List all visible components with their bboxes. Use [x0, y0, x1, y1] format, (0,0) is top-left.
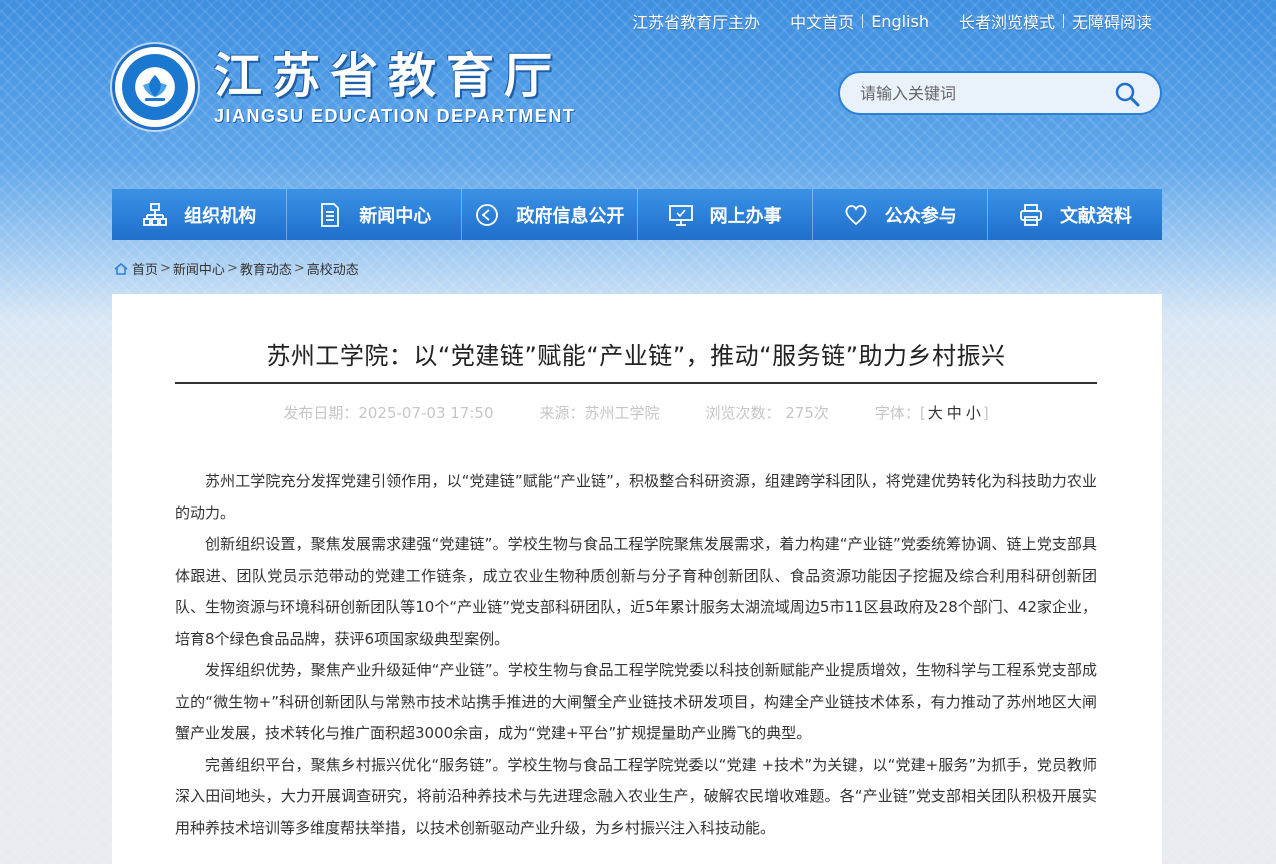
breadcrumb-news-center[interactable]: 新闻中心 [173, 259, 225, 278]
breadcrumb: 首页 > 新闻中心 > 教育动态 > 高校动态 [114, 259, 359, 278]
document-icon [321, 202, 340, 227]
org-chart-icon [143, 202, 167, 226]
search-icon[interactable] [1114, 81, 1140, 107]
article-card: 苏州工学院：以“党建链”赋能“产业链”，推动“服务链”助力乡村振兴 发布日期：2… [112, 294, 1162, 864]
breadcrumb-arrow: > [160, 261, 171, 276]
breadcrumb-arrow: > [226, 261, 238, 276]
brand-subtitle: JIANGSU EDUCATION DEPARTMENT [214, 105, 576, 126]
font-medium-button[interactable]: 中 [947, 404, 962, 422]
font-size-label: 字体： [874, 404, 920, 422]
nav-item-org[interactable]: 组织机构 [112, 189, 288, 240]
search-input[interactable] [860, 83, 1100, 103]
book-flame-icon [143, 75, 167, 101]
top-links: 江苏省教育厅主办 中文首页 English 长者浏览模式 无障碍阅读 [632, 9, 1152, 33]
article-meta: 发布日期：2025-07-03 17:50 来源：苏州工学院 浏览次数： 275… [175, 402, 1097, 423]
printer-icon [1020, 203, 1042, 226]
nav-item-online-service[interactable]: 网上办事 [638, 189, 813, 240]
article-title: 苏州工学院：以“党建链”赋能“产业链”，推动“服务链”助力乡村振兴 [266, 342, 1006, 370]
home-cn-link[interactable]: 中文首页 [790, 9, 854, 33]
font-size-switcher: 字体：[大中小] [874, 404, 989, 422]
emblem-icon [112, 44, 198, 130]
breadcrumb-university-news[interactable]: 高校动态 [307, 259, 359, 278]
font-large-button[interactable]: 大 [928, 404, 943, 422]
paragraph: 创新组织设置，聚焦发展需求建强“党建链”。学校生物与食品工程学院聚焦发展需求，着… [175, 535, 1097, 648]
nav-label: 网上办事 [709, 205, 782, 227]
main-nav: 组织机构 新闻中心 政府信息公开 网上办事 公众参与 文献资料 [112, 189, 1162, 240]
nav-label: 文献资料 [1059, 205, 1132, 227]
font-small-button[interactable]: 小 [966, 404, 981, 422]
nav-label: 新闻中心 [359, 205, 432, 227]
divider [1062, 14, 1064, 28]
nav-item-gov-info[interactable]: 政府信息公开 [462, 189, 638, 240]
nav-label: 组织机构 [184, 205, 257, 227]
accessible-reading-link[interactable]: 无障碍阅读 [1072, 9, 1152, 33]
breadcrumb-arrow: > [293, 261, 305, 276]
nav-item-public[interactable]: 公众参与 [813, 189, 988, 240]
article-body: 苏州工学院充分发挥党建引领作用，以“党建链”赋能“产业链”，积极整合科研资源，组… [175, 466, 1097, 844]
nav-item-documents[interactable]: 文献资料 [988, 189, 1162, 240]
brand-title: 江苏省教育厅 [214, 47, 563, 104]
paragraph: 发挥组织优势，聚焦产业升级延伸“产业链”。学校生物与食品工程学院党委以科技创新赋… [175, 661, 1097, 742]
breadcrumb-edu-news[interactable]: 教育动态 [240, 259, 292, 278]
heart-icon [845, 204, 867, 225]
divider [862, 14, 864, 28]
search-box [838, 71, 1162, 115]
breadcrumb-home[interactable]: 首页 [132, 259, 158, 278]
nav-item-news[interactable]: 新闻中心 [287, 189, 463, 240]
view-count: 浏览次数： 275次 [705, 404, 829, 422]
site-logo[interactable]: 江苏省教育厅 JIANGSU EDUCATION DEPARTMENT [112, 44, 575, 130]
publish-date: 发布日期：2025-07-03 17:50 [283, 404, 494, 422]
paragraph: 苏州工学院充分发挥党建引领作用，以“党建链”赋能“产业链”，积极整合科研资源，组… [175, 472, 1097, 522]
monitor-icon [668, 204, 693, 226]
english-link[interactable]: English [871, 12, 929, 31]
host-label: 江苏省教育厅主办 [632, 13, 761, 32]
paragraph: 完善组织平台，聚焦乡村振兴优化“服务链”。学校生物与食品工程学院党委以“党建 +… [175, 755, 1097, 837]
article-source: 来源：苏州工学院 [539, 404, 660, 422]
title-divider [175, 382, 1097, 384]
nav-label: 公众参与 [884, 205, 957, 227]
elder-mode-link[interactable]: 长者浏览模式 [959, 9, 1055, 33]
play-circle-icon [476, 203, 499, 226]
nav-label: 政府信息公开 [516, 205, 625, 227]
home-icon[interactable] [114, 262, 128, 275]
